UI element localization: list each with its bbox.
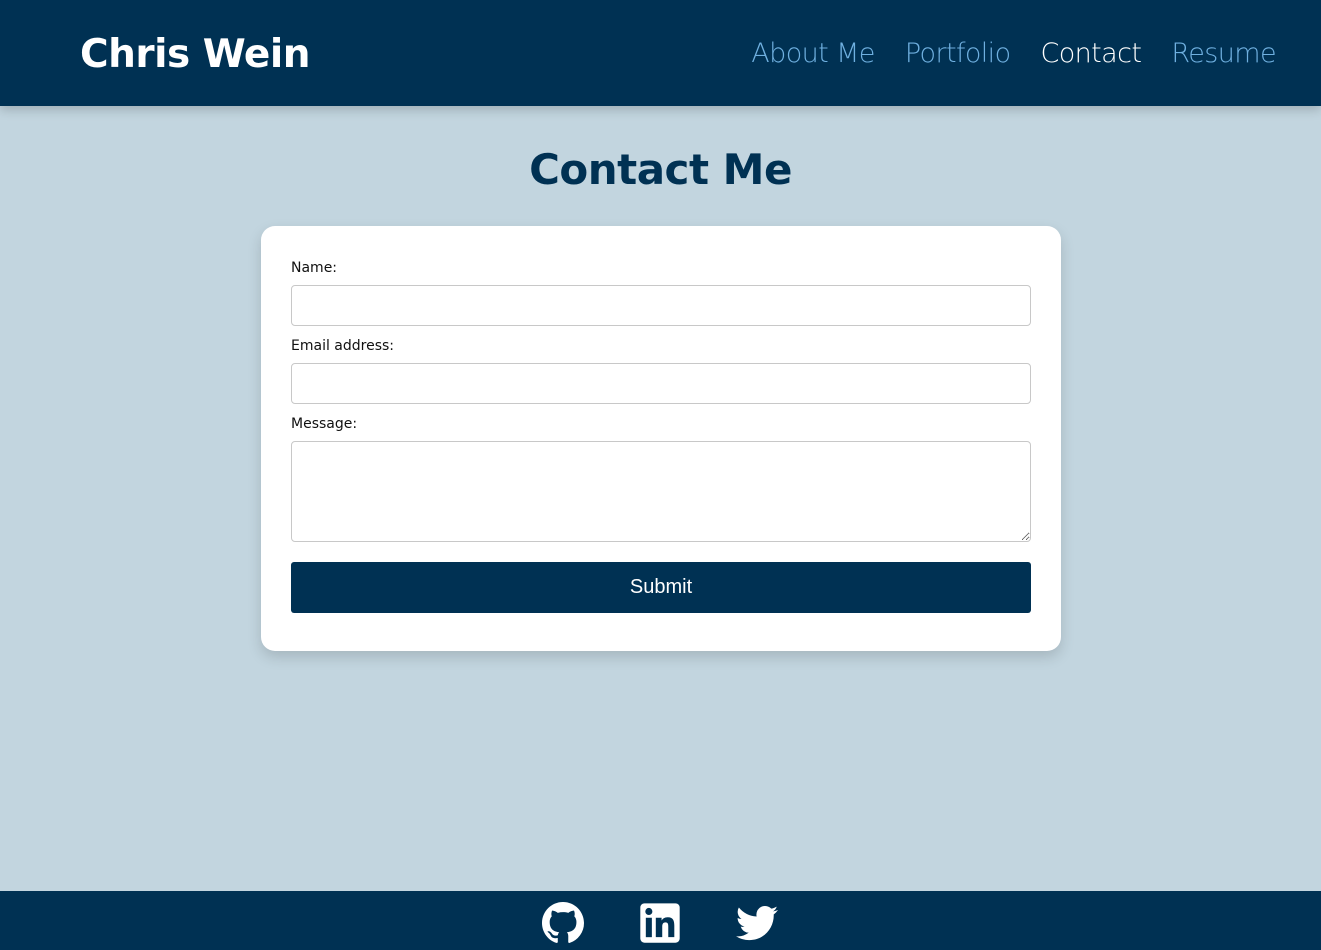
main-nav: About Me Portfolio Contact Resume: [751, 34, 1276, 74]
twitter-icon: [736, 905, 778, 941]
message-label: Message:: [291, 416, 358, 432]
github-link[interactable]: [542, 902, 584, 944]
page-title: Contact Me: [529, 145, 792, 194]
message-textarea[interactable]: [291, 441, 1031, 542]
email-label: Email address:: [291, 338, 395, 354]
site-footer: [0, 891, 1321, 950]
site-brand[interactable]: Chris Wein: [80, 28, 311, 82]
nav-portfolio[interactable]: Portfolio: [905, 34, 1011, 74]
twitter-link[interactable]: [736, 902, 778, 944]
linkedin-icon: [640, 903, 680, 943]
nav-resume[interactable]: Resume: [1171, 34, 1276, 74]
site-header: Chris Wein About Me Portfolio Contact Re…: [0, 0, 1321, 106]
github-icon: [542, 902, 584, 943]
email-input[interactable]: [291, 363, 1031, 404]
nav-about-me[interactable]: About Me: [751, 34, 875, 74]
contact-form: Name: Email address: Message: Submit: [261, 226, 1061, 651]
submit-button[interactable]: Submit: [291, 562, 1031, 613]
name-input[interactable]: [291, 285, 1031, 326]
name-label: Name:: [291, 260, 338, 276]
nav-contact[interactable]: Contact: [1040, 34, 1141, 74]
linkedin-link[interactable]: [639, 902, 681, 944]
